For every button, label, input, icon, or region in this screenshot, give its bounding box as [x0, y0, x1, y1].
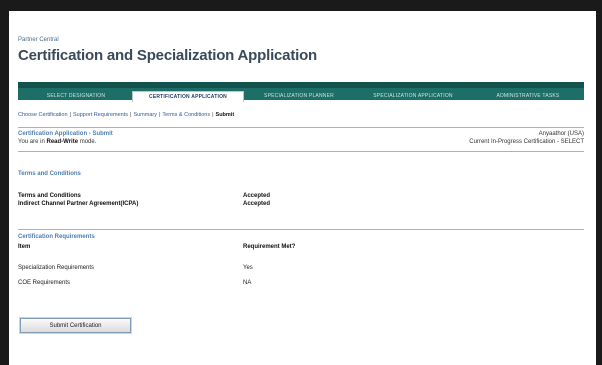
tab-specialization-application[interactable]: SPECIALIZATION APPLICATION	[354, 92, 472, 100]
mode-indicator: You are in Read-Write mode.	[18, 139, 96, 145]
section-title-submit: Certification Application - Submit	[18, 131, 113, 137]
step-link-terms-conditions[interactable]: Terms & Conditions	[162, 112, 210, 118]
requirement-row-value: Yes	[243, 265, 253, 271]
divider	[18, 127, 584, 128]
step-link-support-requirements[interactable]: Support Requirements	[73, 112, 128, 118]
step-link-summary[interactable]: Summary	[133, 112, 157, 118]
step-navigation: Choose Certification | Support Requirement…	[18, 112, 234, 118]
column-header-item: Item	[18, 244, 31, 250]
frame-right-border	[596, 0, 602, 365]
submit-certification-button[interactable]: Submit Certification	[20, 318, 131, 333]
step-separator: |	[158, 112, 161, 118]
company-name: Anyaathor (USA)	[538, 131, 584, 137]
breadcrumb[interactable]: Partner Central	[18, 37, 59, 43]
requirement-row-label: COE Requirements	[18, 280, 71, 286]
divider	[18, 229, 584, 230]
terms-row-value: Accepted	[243, 193, 271, 199]
icpa-row-label: Indirect Channel Partner Agreement(ICPA)	[18, 201, 139, 207]
terms-row-label: Terms and Conditions	[18, 193, 81, 199]
step-current-submit: Submit	[215, 112, 235, 118]
column-header-requirement-met: Requirement Met?	[243, 244, 296, 250]
step-separator: |	[212, 112, 214, 118]
mode-prefix: You are in	[18, 139, 45, 145]
requirement-row-value: NA	[243, 280, 252, 286]
tab-bar-top-strip	[18, 82, 584, 88]
step-link-choose-certification[interactable]: Choose Certification	[18, 112, 68, 118]
icpa-row-value: Accepted	[243, 201, 271, 207]
tab-specialization-planner[interactable]: SPECIALIZATION PLANNER	[248, 92, 350, 100]
frame-top-border	[0, 0, 602, 11]
divider	[18, 151, 584, 152]
tab-certification-application[interactable]: CERTIFICATION APPLICATION	[132, 91, 244, 102]
section-title-terms: Terms and Conditions	[18, 171, 81, 177]
mode-value: Read-Write	[46, 139, 79, 145]
frame-left-border	[0, 0, 9, 365]
requirement-row-label: Specialization Requirements	[18, 265, 95, 271]
tab-select-designation[interactable]: SELECT DESIGNATION	[24, 92, 128, 100]
mode-suffix: mode.	[79, 139, 97, 145]
page-title: Certification and Specialization Applica…	[18, 47, 318, 64]
step-separator: |	[69, 112, 71, 118]
section-title-requirements: Certification Requirements	[18, 234, 95, 240]
step-separator: |	[130, 112, 132, 118]
in-progress-status: Current In-Progress Certification - SELE…	[469, 139, 584, 145]
tab-administrative-tasks[interactable]: ADMINISTRATIVE TASKS	[476, 92, 580, 100]
